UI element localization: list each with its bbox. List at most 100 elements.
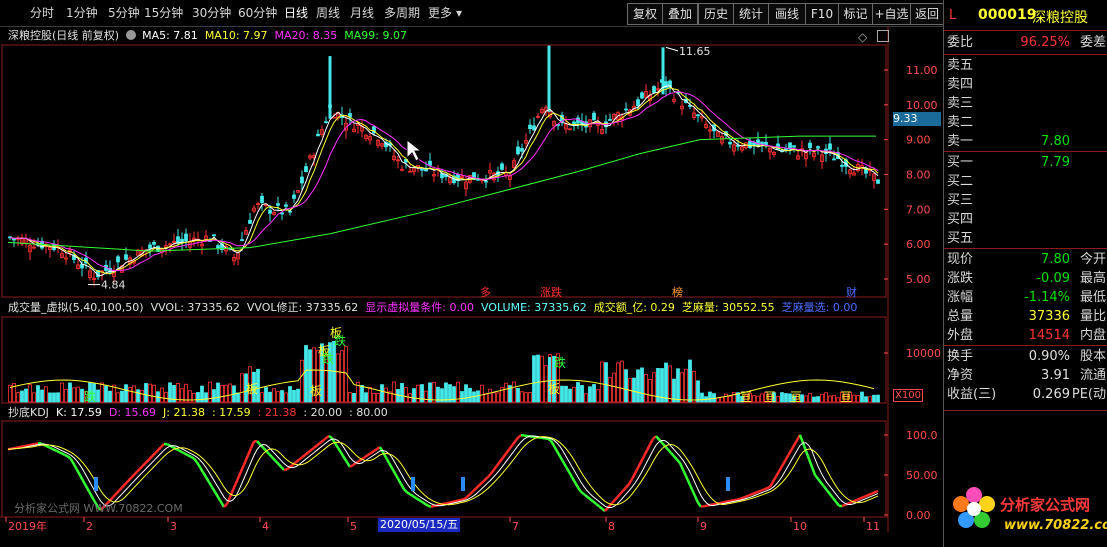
- kdj-j-segment: [151, 452, 156, 458]
- volume-bar: [28, 384, 32, 403]
- kdj-j-segment: [499, 456, 504, 463]
- period-10[interactable]: 更多: [428, 3, 452, 23]
- period-9[interactable]: 多周期: [384, 3, 420, 23]
- volume-bar: [20, 390, 24, 403]
- kdj-v2: : 21.38: [257, 406, 297, 419]
- kdj-j-segment: [655, 435, 660, 441]
- sell-level-1: 卖一 7.80: [944, 131, 1107, 152]
- kdj-j-segment: [304, 451, 309, 456]
- candle-body: [748, 140, 752, 149]
- kdj-signal-bar: [411, 477, 415, 491]
- stock-code: 000019: [978, 7, 1037, 23]
- period-0[interactable]: 分时: [30, 3, 54, 23]
- volume-bar: [56, 392, 60, 403]
- kdj-j-segment: [561, 460, 568, 468]
- kdj-j-segment: [616, 493, 621, 499]
- kdj-signal-bar: [461, 477, 465, 491]
- kdj-j-segment: [166, 442, 171, 447]
- candle-body: [180, 238, 184, 243]
- kdj-j-segment: [307, 449, 312, 454]
- x-tick-label: 7: [512, 520, 519, 533]
- period-4[interactable]: 30分钟: [192, 3, 231, 23]
- kdj-j-segment: [124, 480, 129, 486]
- kdj-j-segment: [328, 434, 333, 440]
- candle-body: [304, 166, 308, 173]
- toolbar-btn-6[interactable]: 标记: [838, 3, 873, 25]
- kdj-j-segment: [22, 444, 27, 448]
- kdj-j-segment: [240, 461, 247, 470]
- stat-label: 净资: [947, 368, 974, 383]
- candle-body: [636, 99, 640, 107]
- settings-icon[interactable]: [125, 30, 136, 40]
- toolbar-btn-1[interactable]: 叠加: [662, 3, 698, 25]
- kdj-j-segment: [580, 490, 585, 496]
- more-dropdown-icon[interactable]: ▾: [456, 3, 462, 23]
- stat-row: 净资 3.91 流通: [944, 365, 1107, 386]
- weibi-value: 96.25%: [1020, 35, 1070, 50]
- kdj-j-segment: [693, 495, 700, 504]
- kdj-j-segment: [121, 483, 126, 489]
- weicha-label: 委差: [1079, 35, 1106, 50]
- candle-body: [624, 108, 628, 111]
- volume-bar: [584, 393, 588, 403]
- period-6[interactable]: 日线: [284, 3, 308, 23]
- kdj-j-segment: [774, 470, 781, 478]
- period-1[interactable]: 1分钟: [66, 3, 98, 23]
- quote-panel: L 000019 深粮控股 委比 96.25% 委差 卖五 卖四 卖三 卖二 卖一 7.8…: [943, 0, 1107, 547]
- chart-area[interactable]: 11.00 10.00 9.00 8.00 7.00 6.00 5.00 11.65 4.84 多…: [0, 27, 943, 547]
- kdj-j-segment: [777, 465, 784, 473]
- toolbar-btn-3[interactable]: 统计: [733, 3, 769, 25]
- kdj-j-segment: [148, 455, 153, 461]
- kdj-j-segment: [798, 434, 805, 444]
- period-3[interactable]: 15分钟: [144, 3, 183, 23]
- volume-bar: [44, 386, 48, 403]
- kdj-j-segment: [724, 500, 729, 504]
- kdj-j-segment: [207, 481, 214, 488]
- kdj-j-segment: [112, 493, 117, 498]
- kdj-j-segment: [133, 470, 138, 476]
- period-toolbar: 分时 1分钟 5分钟 15分钟 30分钟 60分钟 日线 周线 月线 多周期 更多 ▾ 复权 叠加 历史 统计…: [0, 0, 944, 27]
- period-5[interactable]: 60分钟: [238, 3, 277, 23]
- kdj-j-segment: [583, 493, 588, 498]
- volume-bar: [264, 387, 268, 403]
- volume-bar: [140, 389, 144, 403]
- period-8[interactable]: 月线: [350, 3, 374, 23]
- volume-bar: [52, 392, 56, 403]
- toolbar-btn-5[interactable]: F10: [805, 3, 839, 25]
- kdj-j-segment: [742, 495, 747, 499]
- kdj-j-segment: [718, 501, 723, 505]
- volume-bar: [424, 390, 428, 403]
- kdj-j-segment: [733, 498, 738, 502]
- kdj-j-segment: [256, 440, 261, 446]
- volume-bar: [288, 386, 292, 403]
- period-2[interactable]: 5分钟: [108, 3, 140, 23]
- kdj-j-segment: [730, 498, 735, 503]
- kdj-j-segment: [339, 451, 346, 459]
- kdj-j-segment: [403, 488, 408, 494]
- volume-bar: [348, 391, 352, 403]
- candle-body: [640, 92, 644, 99]
- maximize-icon[interactable]: [877, 30, 889, 42]
- candle-body: [248, 219, 252, 224]
- toolbar-btn-2[interactable]: 历史: [698, 3, 734, 25]
- high-marker: [665, 46, 679, 52]
- kdj-j-segment: [625, 483, 630, 489]
- kdj-j-segment: [52, 448, 57, 452]
- stat-value: 37336: [1028, 309, 1070, 324]
- kdj-j-segment: [463, 496, 468, 501]
- toolbar-btn-0[interactable]: 复权: [627, 3, 663, 25]
- toolbar-btn-4[interactable]: 画线: [768, 3, 806, 25]
- volume-bar: [144, 383, 148, 403]
- kline-chart[interactable]: 11.00 10.00 9.00 8.00 7.00 6.00 5.00 11.65 4.84 多…: [0, 27, 943, 547]
- watermark: 分析家公式网 WWW.70822.COM: [14, 502, 183, 515]
- volume-bar: [516, 388, 520, 403]
- period-7[interactable]: 周线: [316, 3, 340, 23]
- toolbar-btn-8[interactable]: 返回: [910, 3, 944, 25]
- kdj-j-segment: [610, 500, 615, 506]
- volume-bar: [432, 381, 436, 403]
- kdj-j-segment: [75, 469, 82, 476]
- kdj-j-segment: [295, 458, 300, 464]
- volume-bar: [568, 388, 572, 403]
- diamond-icon[interactable]: ◇: [858, 30, 867, 44]
- toolbar-btn-7[interactable]: +自选: [872, 3, 911, 25]
